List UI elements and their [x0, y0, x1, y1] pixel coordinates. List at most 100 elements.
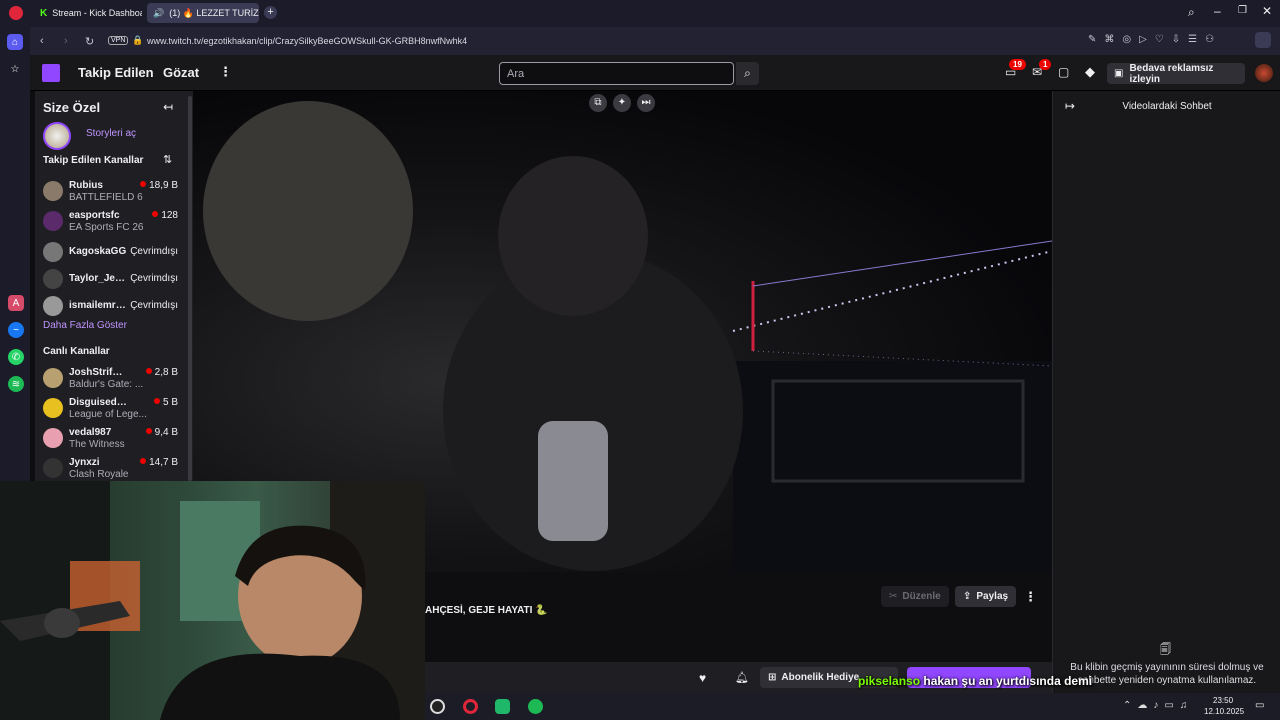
- new-tab-button[interactable]: +: [264, 6, 277, 19]
- sidebar-channel-row[interactable]: easportsfc EA Sports FC 26 128: [43, 208, 178, 236]
- star-icon[interactable]: ☆: [7, 61, 23, 77]
- channel-viewers: Çevrimdışı: [130, 300, 178, 311]
- tab-twitch-clip[interactable]: 🔊 (1) 🔥 LEZZET TURİZM: [147, 3, 259, 23]
- sidebar-channel-row[interactable]: KagoskaGG Çevrimdışı: [43, 239, 178, 267]
- messenger-icon[interactable]: ~: [8, 322, 24, 338]
- extensions-icons[interactable]: ✎⌘◎▷♡⇩☰⚇: [1088, 34, 1222, 45]
- whatsapp-icon[interactable]: ✆: [8, 349, 24, 365]
- person-head-shape: [498, 156, 648, 316]
- aria-icon[interactable]: A: [8, 295, 24, 311]
- share-button[interactable]: ⇪ Paylaş: [955, 586, 1017, 607]
- channel-viewers: 9,4 B: [145, 427, 178, 438]
- nav-following[interactable]: Takip Edilen: [78, 65, 154, 80]
- channel-avatar: [43, 242, 63, 262]
- close-window-button[interactable]: ✕: [1262, 4, 1272, 18]
- channel-game: EA Sports FC 26: [69, 222, 144, 233]
- sidebar-scrollbar[interactable]: [188, 96, 192, 481]
- heart-icon[interactable]: ♥: [699, 671, 706, 685]
- channel-viewers: 2,8 B: [145, 367, 178, 378]
- more-options-icon[interactable]: ⋮: [1024, 589, 1037, 605]
- channel-avatar: [43, 211, 63, 231]
- channel-viewers: Çevrimdışı: [130, 273, 178, 284]
- kick-icon: K: [40, 7, 48, 19]
- channel-name: easportsfc: [69, 210, 120, 221]
- profile-icon[interactable]: [1255, 32, 1271, 48]
- viewer-count: 18,9 B: [149, 180, 178, 191]
- viewer-count: Çevrimdışı: [130, 273, 178, 284]
- webcam-overlay: [0, 481, 425, 720]
- nav-browse[interactable]: Gözat: [163, 65, 199, 80]
- spotify-icon[interactable]: ≋: [8, 376, 24, 392]
- sea-area: [733, 361, 1052, 572]
- clock-date: 12.10.2025: [1204, 707, 1245, 716]
- chat-text: hakan şu an yurtdısında demi: [923, 674, 1093, 688]
- clip-title: AHÇESİ, GEJE HAYATI 🐍: [425, 605, 548, 616]
- chat-panel: ↦ Videolardaki Sohbet 🗐 Bu klibin geçmiş…: [1052, 91, 1280, 693]
- vpn-badge[interactable]: VPN: [108, 36, 129, 45]
- sidebar-channel-row[interactable]: ismailemre... Çevrimdışı: [43, 293, 178, 321]
- bell-icon[interactable]: 🔔︎: [735, 671, 749, 684]
- kick-taskbar-icon[interactable]: [495, 699, 510, 714]
- sidebar-channel-row[interactable]: DisguisedToastLeague of Lege... 5 B: [43, 395, 178, 423]
- channel-name: Rubius: [69, 180, 103, 191]
- chat-header: Videolardaki Sohbet: [1122, 101, 1212, 112]
- edit-button[interactable]: ✂ Düzenle: [881, 586, 949, 607]
- stories-avatar[interactable]: [43, 122, 71, 150]
- maximize-button[interactable]: ❐: [1238, 5, 1247, 16]
- bits-icon[interactable]: ◆: [1085, 64, 1095, 80]
- windows-taskbar: ⌃☁♪▭♫ 23:50 12.10.2025 ▭: [425, 693, 1280, 720]
- channel-name: DisguisedToast: [69, 397, 127, 408]
- viewer-count: 128: [161, 210, 178, 221]
- search-input[interactable]: Ara: [499, 62, 734, 85]
- show-more-link[interactable]: Daha Fazla Göster: [43, 320, 127, 331]
- share-label: Paylaş: [976, 591, 1009, 602]
- channel-viewers: 128: [152, 210, 178, 221]
- channel-avatar: [43, 428, 63, 448]
- opera-logo-icon[interactable]: [9, 6, 23, 20]
- live-dot-icon: [153, 398, 160, 404]
- sort-icon[interactable]: ⇅: [163, 153, 172, 166]
- sidebar-channel-row[interactable]: Taylor_Jev... Çevrimdışı: [43, 266, 178, 294]
- sidebar-channel-row[interactable]: Rubius BATTLEFIELD 6 18,9 B: [43, 178, 178, 206]
- channel-name: Jynxzi: [69, 457, 100, 468]
- copy-icon[interactable]: ⧉: [589, 94, 607, 112]
- tab-kick-dashboard[interactable]: K Stream - Kick Dashboard: [34, 3, 142, 23]
- search-icon[interactable]: ⌕: [736, 62, 759, 85]
- back-icon[interactable]: ‹: [40, 35, 44, 47]
- skip-icon[interactable]: ⏭: [637, 94, 655, 112]
- sidebar-channel-row[interactable]: Jynxzi Clash Royale 14,7 B: [43, 455, 178, 483]
- notif-badge: 19: [1009, 59, 1026, 70]
- gift-label: Abonelik Hediye: [781, 672, 860, 683]
- spotify-taskbar-icon[interactable]: [528, 699, 543, 714]
- enhance-icon[interactable]: ✦: [613, 94, 631, 112]
- forward-icon[interactable]: ›: [64, 35, 68, 47]
- edit-label: Düzenle: [902, 591, 941, 602]
- whispers-icon[interactable]: ▢: [1058, 65, 1069, 79]
- reload-icon[interactable]: ↻: [85, 35, 94, 48]
- system-tray-icons[interactable]: ⌃☁♪▭♫: [1123, 700, 1193, 711]
- user-avatar[interactable]: [1255, 64, 1273, 82]
- search-tabs-icon[interactable]: ⌕: [1188, 5, 1195, 20]
- channel-viewers: 18,9 B: [140, 180, 178, 191]
- channel-game: BATTLEFIELD 6: [69, 192, 143, 203]
- notifications-icon[interactable]: ▭: [1255, 700, 1264, 711]
- more-menu-icon[interactable]: ⋮: [219, 64, 232, 80]
- sidebar-channel-row[interactable]: vedal987 The Witness 9,4 B: [43, 425, 178, 453]
- browser-tab-bar: K Stream - Kick Dashboard 🔊 (1) 🔥 LEZZET…: [0, 0, 1280, 27]
- prime-icon: ▣: [1114, 68, 1124, 79]
- channel-avatar: [43, 398, 63, 418]
- home-icon[interactable]: ⌂: [7, 34, 23, 50]
- scissors-icon: ✂: [889, 591, 898, 602]
- url-field[interactable]: www.twitch.tv/egzotikhakan/clip/CrazySil…: [147, 36, 467, 46]
- collapse-sidebar-icon[interactable]: ↤: [163, 100, 173, 114]
- opera-taskbar-icon[interactable]: [463, 699, 478, 714]
- channel-name: JoshStrifeHayes: [69, 367, 127, 378]
- obs-icon[interactable]: [430, 699, 445, 714]
- stories-link[interactable]: Storyleri aç: [86, 128, 136, 139]
- live-dot-icon: [140, 458, 147, 464]
- twitch-logo-icon[interactable]: [42, 64, 60, 82]
- prime-button[interactable]: ▣ Bedava reklamsız izleyin: [1107, 62, 1245, 85]
- prime-label: Bedava reklamsız izleyin: [1129, 62, 1214, 85]
- minimize-button[interactable]: –: [1214, 4, 1221, 18]
- sidebar-channel-row[interactable]: JoshStrifeHayesBaldur's Gate: ... 2,8 B: [43, 365, 178, 393]
